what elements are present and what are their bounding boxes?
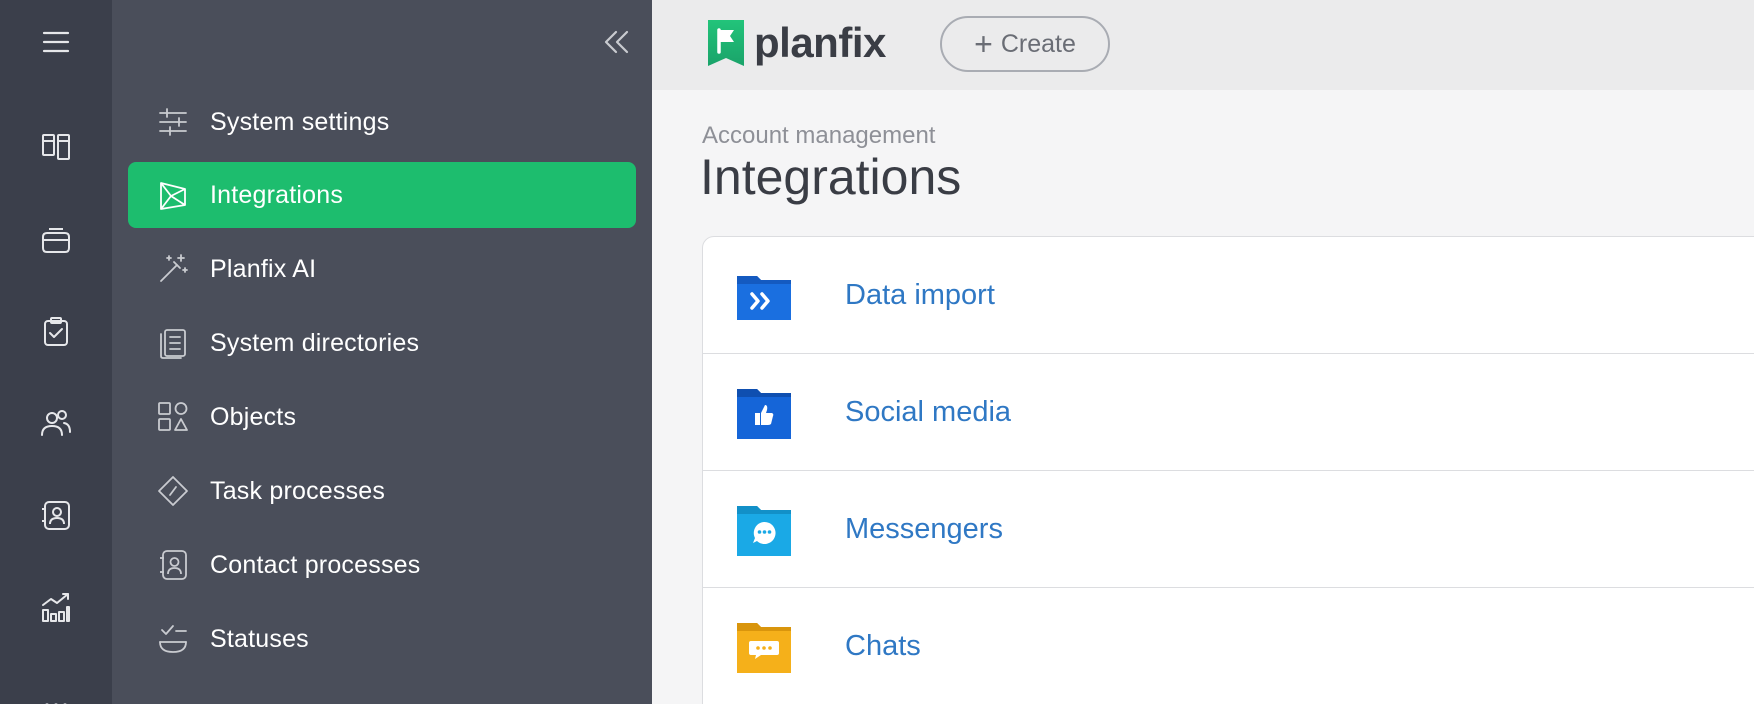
contact-card-icon[interactable] (0, 485, 112, 545)
menu-icon[interactable] (0, 12, 112, 72)
create-button-label: Create (1000, 29, 1076, 58)
list-item-label: Data import (845, 278, 995, 311)
sidebar-item-system-settings[interactable]: System settings (128, 89, 636, 155)
main-content: Account management Integrations Data imp… (652, 90, 1754, 704)
sidebar-item-label: System settings (210, 107, 390, 136)
sidebar-item-label: Objects (210, 402, 297, 431)
list-item-social-media[interactable]: Social media (703, 354, 1754, 471)
sidebar-item-label: System directories (210, 328, 420, 357)
settings-sidebar: System settings Integrations Planfix AI … (112, 0, 652, 704)
directory-icon (156, 326, 190, 360)
list-item-label: Chats (845, 629, 921, 662)
breadcrumb[interactable]: Account management (702, 122, 935, 150)
collapse-sidebar-icon[interactable] (596, 22, 636, 62)
plus-icon: + (974, 26, 993, 62)
sidebar-item-planfix-ai[interactable]: Planfix AI (128, 236, 636, 302)
nav-rail (0, 0, 112, 704)
statuses-icon (156, 622, 190, 656)
tasks-icon[interactable] (0, 302, 112, 362)
logo-text: planfix (754, 19, 886, 66)
more-icon[interactable] (0, 670, 112, 704)
contacts-icon[interactable] (0, 393, 112, 453)
magic-wand-icon (156, 252, 190, 286)
list-item-label: Social media (845, 395, 1012, 428)
social-media-folder-icon (737, 389, 791, 439)
reports-icon[interactable] (0, 578, 112, 638)
sidebar-item-label: Contact processes (210, 550, 421, 579)
app-root: System settings Integrations Planfix AI … (0, 0, 1754, 704)
messengers-folder-icon (737, 506, 791, 556)
integrations-icon (156, 178, 190, 212)
sidebar-item-objects[interactable]: Objects (128, 384, 636, 450)
chats-folder-icon (737, 623, 791, 673)
sidebar-item-integrations[interactable]: Integrations (128, 162, 636, 228)
top-bar: planfix + Create (652, 0, 1754, 90)
list-item-messengers[interactable]: Messengers (703, 471, 1754, 588)
sidebar-item-label: Integrations (210, 180, 344, 209)
list-item-data-import[interactable]: Data import (703, 237, 1754, 354)
sidebar-item-label: Planfix AI (210, 254, 317, 283)
list-item-chats[interactable]: Chats (703, 588, 1754, 704)
sidebar-item-contact-processes[interactable]: Contact processes (128, 532, 636, 598)
create-button[interactable]: + Create (940, 16, 1110, 72)
planfix-flag-icon (708, 20, 744, 66)
page-title: Integrations (700, 149, 962, 205)
shapes-icon (156, 400, 190, 434)
integrations-list: Data import Social media Messengers Chat… (702, 236, 1754, 704)
planfix-logo[interactable]: planfix (706, 18, 886, 68)
inbox-icon[interactable] (0, 210, 112, 270)
sliders-icon (156, 105, 190, 139)
boards-icon[interactable] (0, 116, 112, 176)
sidebar-item-label: Task processes (210, 476, 386, 505)
sidebar-item-label: Statuses (210, 624, 309, 653)
process-icon (156, 474, 190, 508)
data-import-folder-icon (737, 276, 791, 320)
sidebar-item-task-processes[interactable]: Task processes (128, 458, 636, 524)
list-item-label: Messengers (845, 512, 1003, 545)
sidebar-item-system-directories[interactable]: System directories (128, 310, 636, 376)
sidebar-item-statuses[interactable]: Statuses (128, 606, 636, 672)
contact-process-icon (156, 548, 190, 582)
